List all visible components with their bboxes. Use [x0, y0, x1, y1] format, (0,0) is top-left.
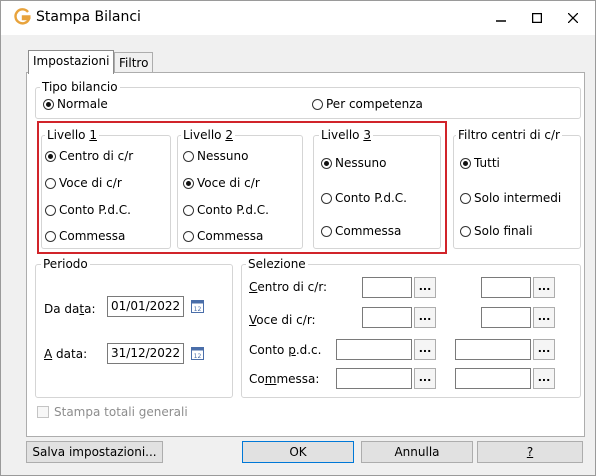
a-data-label: A data: [44, 347, 88, 361]
commessa-to-browse-button[interactable]: ... [533, 368, 555, 389]
voce-label: Voce di c/r: [249, 313, 316, 327]
svg-text:12: 12 [194, 353, 202, 360]
maximize-icon [532, 13, 542, 23]
commessa-from-input[interactable] [336, 368, 412, 389]
maximize-button[interactable] [523, 8, 551, 28]
conto-from-browse-button[interactable]: ... [414, 339, 436, 360]
svg-text:12: 12 [194, 306, 202, 313]
centro-from-browse-button[interactable]: ... [414, 277, 436, 298]
conto-from-input[interactable] [336, 339, 412, 360]
minimize-button[interactable] [487, 8, 515, 28]
conto-to-browse-button[interactable]: ... [533, 339, 555, 360]
radio-filtro-intermedi[interactable]: Solo intermedi [460, 190, 561, 206]
da-data-input[interactable]: 01/01/2022 [107, 296, 184, 317]
group-label-selezione: Selezione [246, 257, 308, 271]
radio-indicator [460, 225, 471, 237]
a-data-input[interactable]: 31/12/2022 [107, 343, 184, 364]
da-data-label: Da data: [44, 302, 96, 316]
radio-per-competenza[interactable]: Per competenza [312, 96, 423, 112]
centro-to-input[interactable] [481, 277, 531, 298]
centro-to-browse-button[interactable]: ... [533, 277, 555, 298]
close-icon [568, 13, 578, 23]
salva-impostazioni-button[interactable]: Salva impostazioni... [26, 441, 163, 463]
commessa-to-input[interactable] [455, 368, 531, 389]
dialog-window: Stampa Bilanci Impostazioni Filtro Tipo … [0, 0, 596, 476]
voce-from-input[interactable] [362, 307, 412, 328]
help-button[interactable]: ? [477, 441, 583, 463]
minimize-icon [496, 20, 506, 22]
radio-filtro-tutti[interactable]: Tutti [460, 155, 500, 171]
title-bar: Stampa Bilanci [1, 1, 595, 35]
voce-to-input[interactable] [481, 307, 531, 328]
radio-filtro-finali[interactable]: Solo finali [460, 223, 533, 239]
voce-to-browse-button[interactable]: ... [533, 307, 555, 328]
radio-indicator [460, 192, 471, 204]
annulla-button[interactable]: Annulla [361, 441, 473, 463]
group-label-tipo-bilancio: Tipo bilancio [40, 80, 120, 94]
calendar-icon[interactable]: 12 [191, 346, 204, 360]
stampa-totali-checkbox[interactable] [37, 406, 49, 418]
group-label-filtro-centri: Filtro centri di c/r [456, 128, 562, 142]
radio-indicator [43, 98, 54, 110]
conto-to-input[interactable] [455, 339, 531, 360]
tab-filtro[interactable]: Filtro [114, 52, 154, 73]
radio-indicator [312, 98, 323, 110]
ok-button[interactable]: OK [242, 441, 354, 463]
commessa-from-browse-button[interactable]: ... [414, 368, 436, 389]
radio-indicator [460, 157, 471, 169]
tab-impostazioni[interactable]: Impostazioni [28, 50, 115, 74]
centro-label: Centro di c/r: [249, 280, 328, 294]
highlight-frame [37, 121, 447, 254]
app-logo-icon [14, 8, 31, 25]
group-periodo [35, 264, 233, 398]
conto-label: Conto p.d.c. [249, 343, 322, 357]
centro-from-input[interactable] [362, 277, 412, 298]
stampa-totali-label: Stampa totali generali [54, 405, 188, 419]
window-title: Stampa Bilanci [36, 9, 141, 25]
group-label-periodo: Periodo [41, 257, 90, 271]
close-button[interactable] [559, 8, 587, 28]
commessa-label: Commessa: [249, 372, 320, 386]
radio-normale[interactable]: Normale [43, 96, 108, 112]
voce-from-browse-button[interactable]: ... [414, 307, 436, 328]
calendar-icon[interactable]: 12 [191, 299, 204, 313]
